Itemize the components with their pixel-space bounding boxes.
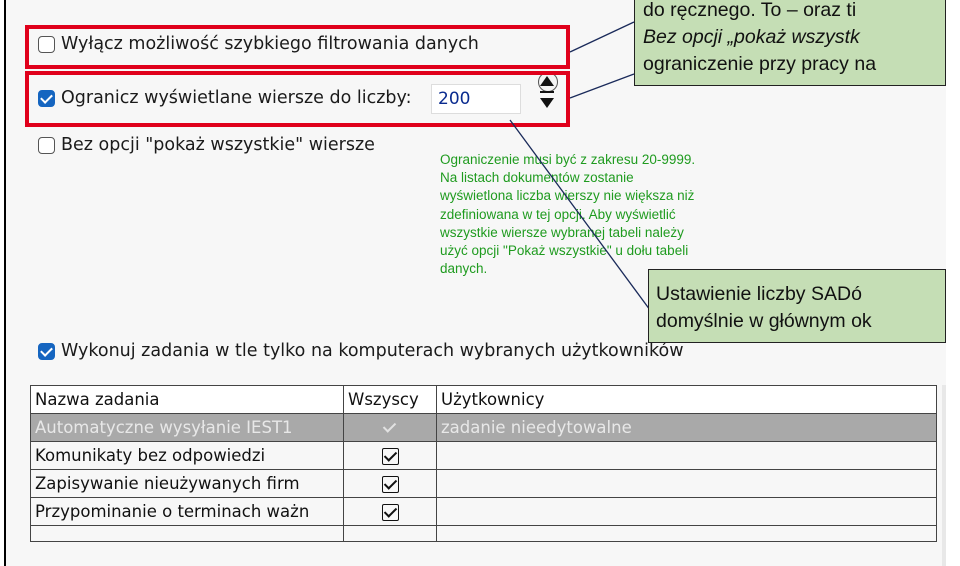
- all-users-checkbox[interactable]: [381, 448, 399, 465]
- task-name-cell[interactable]: Komunikaty bez odpowiedzi: [30, 441, 344, 470]
- users-cell[interactable]: [436, 497, 937, 526]
- table-header-row: Nazwa zadania Wszyscy Użytkownicy: [30, 385, 937, 414]
- all-users-checkbox[interactable]: [381, 476, 399, 493]
- all-users-cell[interactable]: [343, 441, 437, 470]
- table-row: Automatyczne wysyłanie IEST1 zadanie nie…: [30, 413, 937, 442]
- callout-bottom-line-2: domyślnie w głównym ok: [656, 310, 872, 332]
- table-row[interactable]: Przypominanie o terminach ważn: [30, 497, 937, 526]
- callout-bottom-line-1: Ustawienie liczby SADó: [656, 283, 862, 305]
- column-header-task-name[interactable]: Nazwa zadania: [30, 385, 344, 414]
- callout-bottom: Ustawienie liczby SADó domyślnie w główn…: [648, 269, 946, 343]
- task-name-cell[interactable]: Zapisywanie nieużywanych firm: [30, 469, 344, 498]
- task-name-cell[interactable]: [30, 525, 344, 542]
- highlight-quick-filter: [25, 25, 570, 69]
- table-row[interactable]: Zapisywanie nieużywanych firm: [30, 469, 937, 498]
- callout-top: do ręcznego. To – oraz ti Bez opcji „pok…: [634, 0, 946, 86]
- table-row[interactable]: [30, 525, 937, 542]
- callout-top-line-3: ograniczenie przy pracy na: [643, 53, 877, 75]
- all-users-checkbox[interactable]: [381, 504, 399, 521]
- callout-top-line-2: Bez opcji „pokaż wszystk: [643, 26, 860, 48]
- all-users-cell[interactable]: [343, 525, 437, 542]
- background-tasks-label: Wykonuj zadania w tle tylko na komputera…: [61, 341, 684, 361]
- no-show-all-checkbox[interactable]: Bez opcji "pokaż wszystkie" wiersze: [38, 135, 375, 155]
- users-cell[interactable]: [436, 525, 937, 542]
- no-show-all-label: Bez opcji "pokaż wszystkie" wiersze: [61, 135, 375, 155]
- all-users-checkbox: [382, 420, 399, 437]
- task-name-cell: Automatyczne wysyłanie IEST1: [30, 413, 344, 442]
- checkbox-box-checked[interactable]: [38, 342, 55, 360]
- checkbox-box[interactable]: [38, 136, 55, 154]
- users-cell[interactable]: [436, 441, 937, 470]
- column-header-users[interactable]: Użytkownicy: [436, 385, 937, 414]
- task-name-cell[interactable]: Przypominanie o terminach ważn: [30, 497, 344, 526]
- table-row[interactable]: Komunikaty bez odpowiedzi: [30, 441, 937, 470]
- all-users-cell[interactable]: [343, 469, 437, 498]
- background-tasks-table: Nazwa zadania Wszyscy Użytkownicy Automa…: [30, 385, 937, 542]
- all-users-cell[interactable]: [343, 497, 437, 526]
- users-cell[interactable]: [436, 469, 937, 498]
- background-tasks-checkbox[interactable]: Wykonuj zadania w tle tylko na komputera…: [38, 341, 684, 361]
- page-margin: [946, 0, 960, 566]
- all-users-cell: [343, 413, 437, 442]
- highlight-row-limit: [25, 71, 570, 127]
- row-limit-help-text: Ograniczenie musi być z zakresu 20-9999.…: [440, 152, 696, 277]
- callout-top-line-1: do ręcznego. To – oraz ti: [643, 0, 857, 21]
- column-header-all[interactable]: Wszyscy: [343, 385, 437, 414]
- users-cell: zadanie nieedytowalne: [436, 413, 937, 442]
